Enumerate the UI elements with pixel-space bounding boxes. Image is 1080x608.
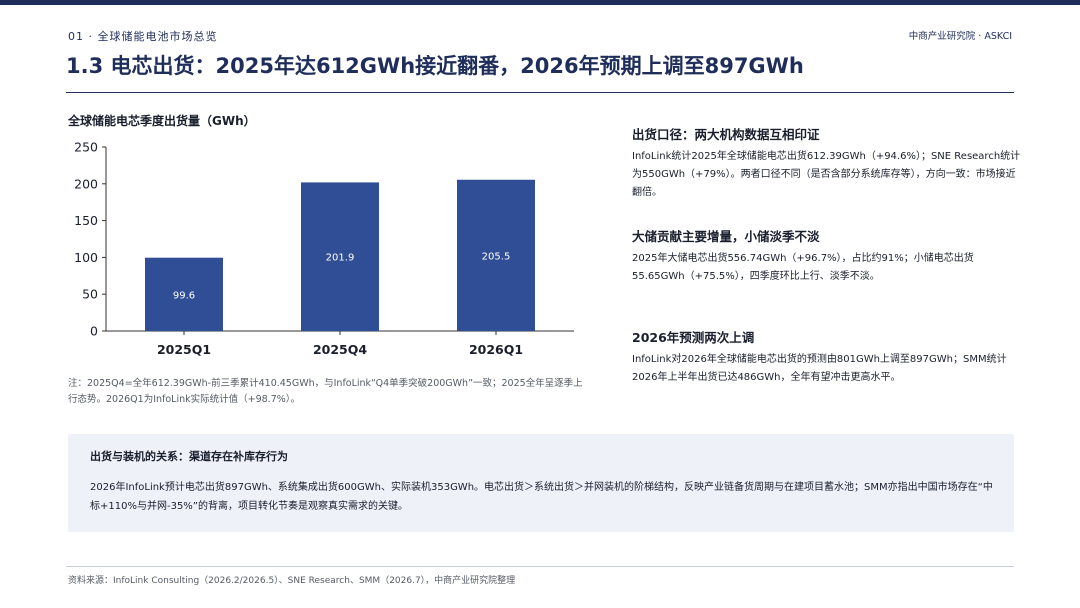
top-accent-bar <box>0 0 1080 5</box>
bar-data-label: 201.9 <box>326 253 355 264</box>
callout-box: 出货与装机的关系：渠道存在补库存行为 2026年InfoLink预计电芯出货89… <box>68 434 1014 532</box>
right-text-3: InfoLink对2026年全球储能电芯出货的预测由801GWh上调至897GW… <box>632 354 1007 383</box>
right-heading-1: 出货口径：两大机构数据互相印证 <box>632 127 820 142</box>
footer-divider <box>66 566 1014 567</box>
right-heading-2: 大储贡献主要增量，小储淡季不淡 <box>632 229 820 244</box>
page-title: 1.3 电芯出货：2025年达612GWh接近翻番，2026年预期上调至897G… <box>66 54 804 78</box>
right-heading-3: 2026年预测两次上调 <box>632 330 755 345</box>
y-tick-label: 150 <box>74 213 98 228</box>
y-tick-label: 200 <box>74 176 98 191</box>
bar-data-label: 205.5 <box>482 251 511 262</box>
y-tick-label: 100 <box>74 250 98 265</box>
section-label: 01 · 全球储能电池市场总览 <box>68 30 218 43</box>
right-text-1: InfoLink统计2025年全球储能电芯出货612.39GWh（+94.6%）… <box>632 151 1021 198</box>
bar-chart: 0 50 100 150 200 250 99.6 2025Q1 201.9 2025Q4 205.… <box>74 140 574 357</box>
x-tick-label: 2025Q4 <box>313 342 367 357</box>
y-tick-label: 0 <box>90 324 98 339</box>
right-text-2: 2025年大储电芯出货556.74GWh（+96.7%），占比约91%；小储电芯… <box>632 253 974 282</box>
brand-label: 中商产业研究院 · ASKCI <box>908 31 1012 42</box>
x-tick-label: 2026Q1 <box>469 342 523 357</box>
chart-note: 注：2025Q4=全年612.39GWh-前三季累计410.45GWh，与Inf… <box>68 378 583 405</box>
source-footer: 资料来源：InfoLink Consulting（2026.2/2026.5）、… <box>68 576 516 586</box>
callout-heading: 出货与装机的关系：渠道存在补库存行为 <box>90 450 288 463</box>
bar-data-label: 99.6 <box>173 290 195 301</box>
chart-title: 全球储能电芯季度出货量（GWh） <box>68 114 256 128</box>
title-divider <box>66 92 1014 93</box>
x-tick-label: 2025Q1 <box>157 342 211 357</box>
y-tick-label: 250 <box>74 140 98 155</box>
callout-text: 2026年InfoLink预计电芯出货897GWh、系统集成出货600GWh、实… <box>90 482 993 512</box>
y-tick-label: 50 <box>82 287 98 302</box>
